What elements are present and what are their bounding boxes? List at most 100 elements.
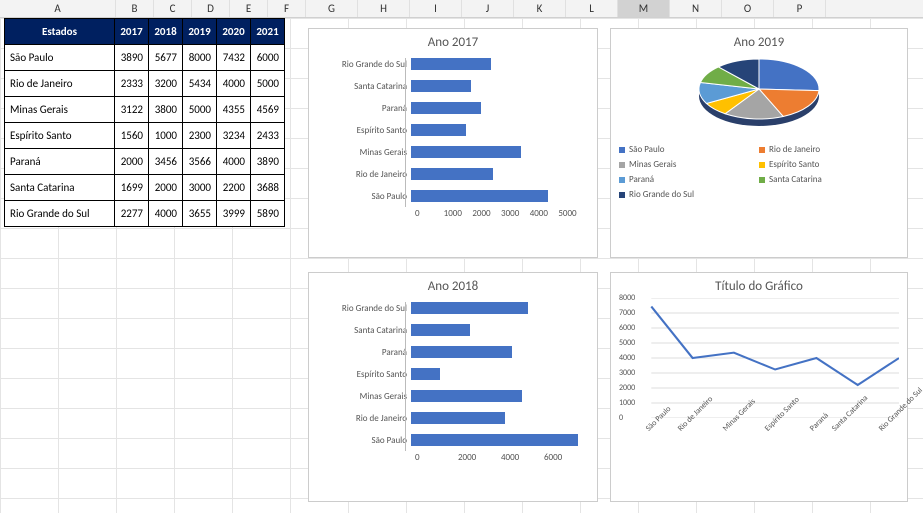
- bar: [411, 168, 493, 180]
- bar-row: Rio Grande do Sul: [319, 54, 587, 74]
- cell-value[interactable]: 2433: [251, 123, 285, 149]
- cell-value[interactable]: 3890: [115, 45, 149, 71]
- table-row[interactable]: Rio Grande do Sul22774000365539995890: [5, 201, 285, 227]
- x-axis-ticks: 010002000300040005000: [415, 208, 587, 219]
- cell-value[interactable]: 7432: [217, 45, 251, 71]
- bar-row: São Paulo: [319, 430, 587, 450]
- cell-value[interactable]: 5677: [149, 45, 183, 71]
- bar: [411, 124, 466, 136]
- cell-value[interactable]: 4355: [217, 97, 251, 123]
- bar: [411, 434, 578, 446]
- column-header-row: ABCDEFGHIJKLMNOP: [0, 0, 923, 18]
- cell-value[interactable]: 4569: [251, 97, 285, 123]
- table-row[interactable]: Minas Gerais31223800500043554569: [5, 97, 285, 123]
- table-row[interactable]: Rio de Janeiro23333200543440005000: [5, 71, 285, 97]
- cell-value[interactable]: 4000: [217, 71, 251, 97]
- bar-row: Minas Gerais: [319, 142, 587, 162]
- header-year-2021[interactable]: 2021: [251, 19, 285, 45]
- header-year-2019[interactable]: 2019: [183, 19, 217, 45]
- col-header-D[interactable]: D: [192, 0, 230, 17]
- table-row[interactable]: Paraná20003456356640003890: [5, 149, 285, 175]
- cell-value[interactable]: 3999: [217, 201, 251, 227]
- cell-value[interactable]: 5000: [183, 97, 217, 123]
- cell-value[interactable]: 6000: [251, 45, 285, 71]
- col-header-H[interactable]: H: [358, 0, 410, 17]
- cell-state[interactable]: Minas Gerais: [5, 97, 115, 123]
- cell-value[interactable]: 3456: [149, 149, 183, 175]
- col-header-F[interactable]: F: [268, 0, 306, 17]
- cell-value[interactable]: 1000: [149, 123, 183, 149]
- cell-value[interactable]: 1560: [115, 123, 149, 149]
- col-header-E[interactable]: E: [230, 0, 268, 17]
- bar: [411, 58, 491, 70]
- cell-value[interactable]: 3122: [115, 97, 149, 123]
- col-header-J[interactable]: J: [462, 0, 514, 17]
- cell-value[interactable]: 2300: [183, 123, 217, 149]
- col-header-I[interactable]: I: [410, 0, 462, 17]
- cell-value[interactable]: 3234: [217, 123, 251, 149]
- bar: [411, 368, 440, 380]
- col-header-K[interactable]: K: [514, 0, 566, 17]
- cell-state[interactable]: Espírito Santo: [5, 123, 115, 149]
- cell-value[interactable]: 4000: [217, 149, 251, 175]
- table-row[interactable]: São Paulo38905677800074326000: [5, 45, 285, 71]
- col-header-M[interactable]: M: [618, 0, 670, 17]
- bar: [411, 302, 528, 314]
- cell-value[interactable]: 8000: [183, 45, 217, 71]
- bar: [411, 390, 522, 402]
- cell-value[interactable]: 3000: [183, 175, 217, 201]
- legend-swatch: [619, 147, 625, 153]
- cell-value[interactable]: 3890: [251, 149, 285, 175]
- chart-ano-2017[interactable]: Ano 2017 Rio Grande do SulSanta Catarina…: [308, 28, 598, 258]
- cell-value[interactable]: 4000: [149, 201, 183, 227]
- table-row[interactable]: Espírito Santo15601000230032342433: [5, 123, 285, 149]
- legend-swatch: [759, 177, 765, 183]
- cell-value[interactable]: 2333: [115, 71, 149, 97]
- col-header-G[interactable]: G: [306, 0, 358, 17]
- col-header-A[interactable]: A: [0, 0, 116, 17]
- cell-value[interactable]: 3688: [251, 175, 285, 201]
- header-estados[interactable]: Estados: [5, 19, 115, 45]
- cell-value[interactable]: 3200: [149, 71, 183, 97]
- data-table[interactable]: Estados20172018201920202021 São Paulo389…: [4, 18, 285, 227]
- chart-line[interactable]: Título do Gráfico 0100020003000400050006…: [610, 272, 908, 502]
- header-year-2018[interactable]: 2018: [149, 19, 183, 45]
- chart-ano-2018[interactable]: Ano 2018 Rio Grande do SulSanta Catarina…: [308, 272, 598, 502]
- bar: [411, 346, 512, 358]
- cell-value[interactable]: 3800: [149, 97, 183, 123]
- legend-swatch: [759, 147, 765, 153]
- bar-category-label: Minas Gerais: [319, 391, 411, 402]
- cell-state[interactable]: Rio de Janeiro: [5, 71, 115, 97]
- header-year-2020[interactable]: 2020: [217, 19, 251, 45]
- legend-item: Santa Catarina: [759, 174, 899, 185]
- col-header-L[interactable]: L: [566, 0, 618, 17]
- col-header-B[interactable]: B: [116, 0, 154, 17]
- cell-value[interactable]: 2277: [115, 201, 149, 227]
- col-header-P[interactable]: P: [774, 0, 826, 17]
- legend-label: Paraná: [629, 174, 654, 185]
- col-header-N[interactable]: N: [670, 0, 722, 17]
- legend-item: São Paulo: [619, 144, 759, 155]
- bar-row: Rio de Janeiro: [319, 164, 587, 184]
- cell-state[interactable]: Paraná: [5, 149, 115, 175]
- cell-state[interactable]: Santa Catarina: [5, 175, 115, 201]
- cell-value[interactable]: 2000: [115, 149, 149, 175]
- cell-value[interactable]: 2200: [217, 175, 251, 201]
- table-row[interactable]: Santa Catarina16992000300022003688: [5, 175, 285, 201]
- cell-value[interactable]: 1699: [115, 175, 149, 201]
- cell-value[interactable]: 5890: [251, 201, 285, 227]
- cell-value[interactable]: 2000: [149, 175, 183, 201]
- chart-ano-2019-pie[interactable]: Ano 2019 São PauloRio de JaneiroMinas Ge…: [610, 28, 908, 258]
- legend-item: Rio Grande do Sul: [619, 189, 759, 200]
- bar: [411, 146, 521, 158]
- cell-value[interactable]: 3655: [183, 201, 217, 227]
- col-header-O[interactable]: O: [722, 0, 774, 17]
- cell-state[interactable]: São Paulo: [5, 45, 115, 71]
- col-header-C[interactable]: C: [154, 0, 192, 17]
- cell-value[interactable]: 5434: [183, 71, 217, 97]
- cell-state[interactable]: Rio Grande do Sul: [5, 201, 115, 227]
- bar-category-label: Paraná: [319, 347, 411, 358]
- cell-value[interactable]: 5000: [251, 71, 285, 97]
- header-year-2017[interactable]: 2017: [115, 19, 149, 45]
- cell-value[interactable]: 3566: [183, 149, 217, 175]
